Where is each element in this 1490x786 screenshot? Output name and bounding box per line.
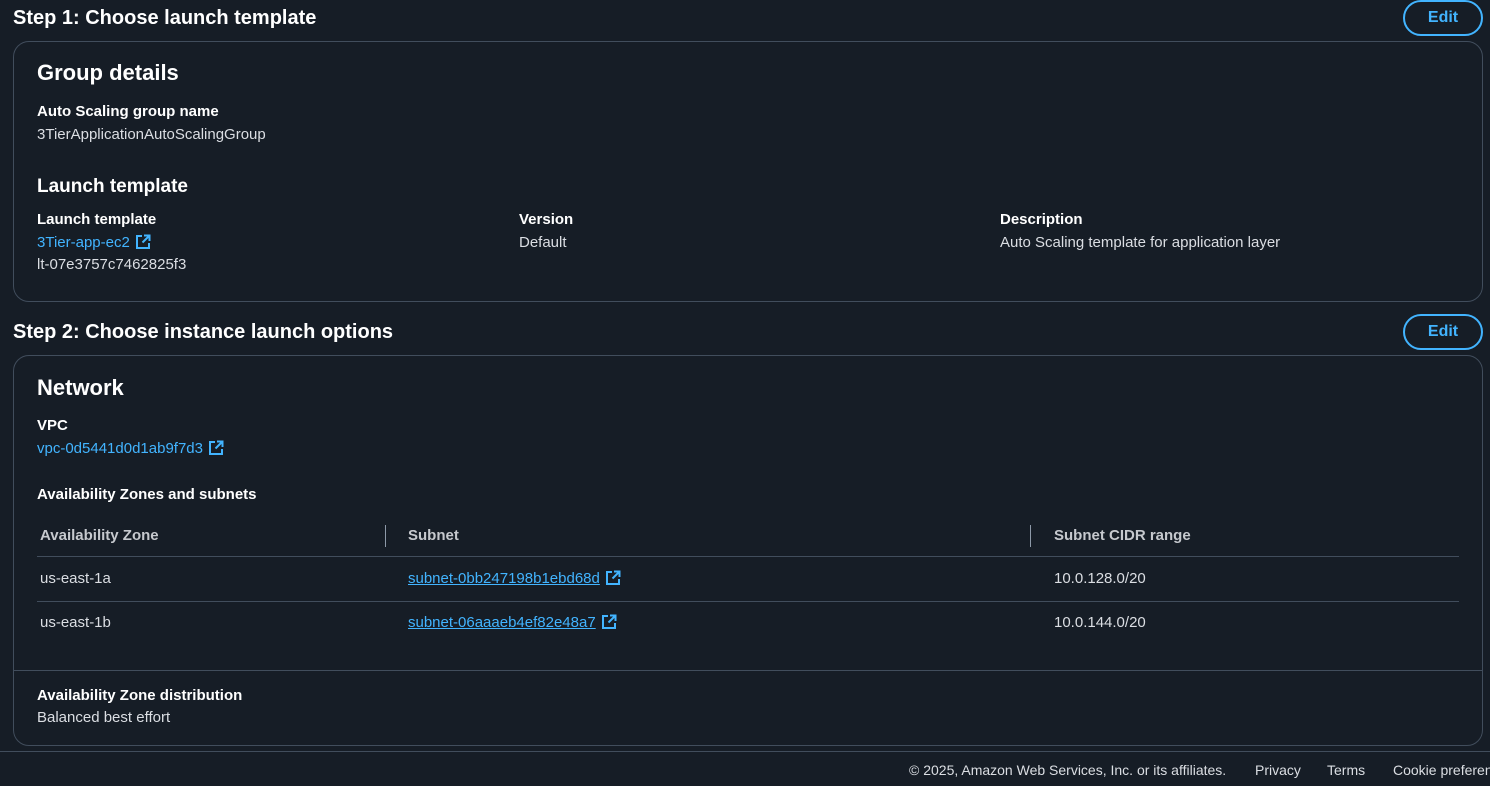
column-header-subnet[interactable]: Subnet xyxy=(408,527,459,544)
group-details-heading: Group details xyxy=(37,60,179,85)
step1-title: Step 1: Choose launch template xyxy=(13,7,317,29)
table-header-divider xyxy=(37,556,1459,557)
subnet-link-text[interactable]: subnet-06aaaeb4ef82e48a7 xyxy=(408,614,596,631)
external-link-icon[interactable] xyxy=(135,234,151,254)
vpc-label: VPC xyxy=(37,417,68,434)
table-row-divider xyxy=(37,601,1459,602)
description-label: Description xyxy=(1000,211,1083,228)
column-header-availability-zone[interactable]: Availability Zone xyxy=(40,527,159,544)
table-row-zone: us-east-1a xyxy=(40,570,111,587)
az-subnets-heading: Availability Zones and subnets xyxy=(37,486,257,503)
column-divider[interactable] xyxy=(385,525,386,547)
table-row-cidr: 10.0.128.0/20 xyxy=(1054,570,1146,587)
description-value: Auto Scaling template for application la… xyxy=(1000,234,1281,251)
version-label: Version xyxy=(519,211,574,228)
cookie-preferences-link[interactable]: Cookie preferences xyxy=(1393,762,1490,778)
section-divider xyxy=(14,670,1482,671)
az-distribution-label: Availability Zone distribution xyxy=(37,687,243,704)
version-value: Default xyxy=(519,234,567,251)
vpc-link[interactable]: vpc-0d5441d0d1ab9f7d3 xyxy=(37,440,224,460)
asg-name-label: Auto Scaling group name xyxy=(37,103,219,120)
external-link-icon[interactable] xyxy=(601,614,617,634)
network-heading: Network xyxy=(37,375,124,400)
external-link-icon[interactable] xyxy=(208,440,224,460)
terms-link[interactable]: Terms xyxy=(1327,762,1365,778)
subnet-link[interactable]: subnet-06aaaeb4ef82e48a7 xyxy=(408,614,617,634)
external-link-icon[interactable] xyxy=(605,570,621,590)
column-header-cidr[interactable]: Subnet CIDR range xyxy=(1054,527,1191,544)
step1-header: Step 1: Choose launch template Edit xyxy=(13,0,1483,36)
step1-card xyxy=(13,41,1483,302)
vpc-link-text[interactable]: vpc-0d5441d0d1ab9f7d3 xyxy=(37,440,203,457)
copyright-text: © 2025, Amazon Web Services, Inc. or its… xyxy=(909,762,1227,778)
subnet-link-text[interactable]: subnet-0bb247198b1ebd68d xyxy=(408,570,600,587)
launch-template-link[interactable]: 3Tier-app-ec2 xyxy=(37,234,151,254)
step1-edit-button[interactable]: Edit xyxy=(1403,0,1483,36)
launch-template-label: Launch template xyxy=(37,211,157,228)
step2-title: Step 2: Choose instance launch options xyxy=(13,321,394,343)
step2-edit-button[interactable]: Edit xyxy=(1403,314,1483,350)
step2-header: Step 2: Choose instance launch options E… xyxy=(13,314,1483,350)
asg-name-value: 3TierApplicationAutoScalingGroup xyxy=(37,126,266,143)
privacy-link[interactable]: Privacy xyxy=(1255,762,1301,778)
launch-template-link-text[interactable]: 3Tier-app-ec2 xyxy=(37,234,130,251)
launch-template-heading: Launch template xyxy=(37,176,188,197)
table-row-zone: us-east-1b xyxy=(40,614,111,631)
launch-template-id: lt-07e3757c7462825f3 xyxy=(37,256,187,273)
column-divider[interactable] xyxy=(1030,525,1031,547)
subnet-link[interactable]: subnet-0bb247198b1ebd68d xyxy=(408,570,621,590)
az-distribution-value: Balanced best effort xyxy=(37,709,171,726)
footer: © 2025, Amazon Web Services, Inc. or its… xyxy=(0,751,1490,786)
table-row-cidr: 10.0.144.0/20 xyxy=(1054,614,1146,631)
